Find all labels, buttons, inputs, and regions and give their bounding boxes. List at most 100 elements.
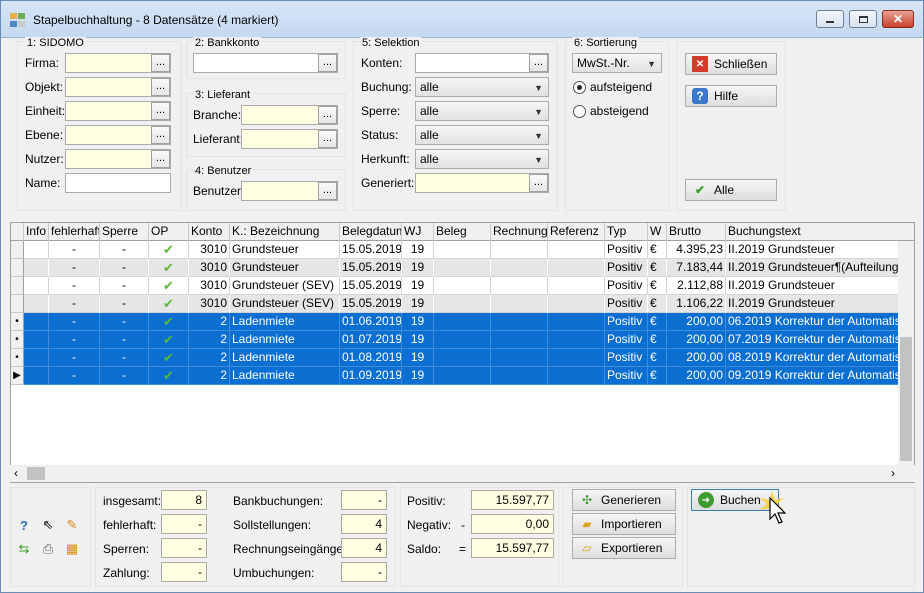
bankbuchungen-value: - bbox=[341, 490, 387, 510]
sollstellungen-value: 4 bbox=[341, 514, 387, 534]
col-header-op[interactable]: OP bbox=[149, 223, 189, 241]
scroll-right-icon[interactable]: › bbox=[891, 466, 895, 480]
col-header-beleg[interactable]: Beleg bbox=[434, 223, 491, 241]
col-header-w[interactable]: W bbox=[648, 223, 667, 241]
insgesamt-value: 8 bbox=[161, 490, 207, 510]
row-indicator[interactable] bbox=[11, 241, 24, 259]
select-all-button[interactable]: ✔ Alle bbox=[685, 179, 777, 201]
bankbuchungen-label: Bankbuchungen: bbox=[233, 494, 324, 508]
row-indicator[interactable]: ▶ bbox=[11, 367, 24, 385]
table-row[interactable]: • - - ✔ 2 Ladenmiete 01.08.2019 19 Positiv €200,0… bbox=[11, 349, 914, 367]
scroll-thumb[interactable] bbox=[900, 337, 912, 461]
col-header-bezeichnung[interactable]: K.: Bezeichnung bbox=[230, 223, 340, 241]
cell-konto: 3010 bbox=[189, 241, 230, 259]
transfer-icon[interactable]: ⇆ bbox=[14, 539, 34, 559]
generieren-button[interactable]: ✣ Generieren bbox=[572, 489, 676, 511]
konten-picker-button[interactable]: ... bbox=[529, 54, 548, 72]
table-row[interactable]: ▶ - - ✔ 2 Ladenmiete 01.09.2019 19 Positiv €200,0… bbox=[11, 367, 914, 385]
table-row[interactable]: - - ✔ 3010 Grundsteuer (SEV) 15.05.2019 19 Posi… bbox=[11, 295, 914, 313]
col-header-fehlerhaft[interactable]: fehlerhaft bbox=[49, 223, 100, 241]
row-indicator[interactable]: • bbox=[11, 313, 24, 331]
sortierung-select[interactable]: MwSt.-Nr. ▼ bbox=[572, 53, 662, 73]
row-indicator-header bbox=[11, 223, 24, 241]
objekt-picker-button[interactable]: ... bbox=[151, 78, 170, 96]
table-row[interactable]: • - - ✔ 2 Ladenmiete 01.07.2019 19 Positiv €200,0… bbox=[11, 331, 914, 349]
pointer-icon[interactable]: ⇖ bbox=[38, 515, 58, 535]
sperre-select[interactable]: alle ▼ bbox=[415, 101, 549, 121]
help-button[interactable]: ? Hilfe bbox=[685, 85, 777, 107]
exportieren-button[interactable]: ▱ Exportieren bbox=[572, 537, 676, 559]
col-header-referenz[interactable]: Referenz bbox=[548, 223, 605, 241]
col-header-buchungstext[interactable]: Buchungstext bbox=[726, 223, 914, 241]
col-header-sperre[interactable]: Sperre bbox=[100, 223, 149, 241]
table-row[interactable]: - - ✔ 3010 Grundsteuer 15.05.2019 19 Positiv €7.… bbox=[11, 259, 914, 277]
printer-icon[interactable]: ⎙ bbox=[38, 539, 58, 559]
status-select[interactable]: alle ▼ bbox=[415, 125, 549, 145]
buchung-select[interactable]: alle ▼ bbox=[415, 77, 549, 97]
scroll-left-icon[interactable]: ‹ bbox=[14, 466, 18, 480]
descending-label[interactable]: absteigend bbox=[590, 104, 649, 118]
maximize-button[interactable] bbox=[849, 10, 877, 28]
name-input[interactable] bbox=[65, 173, 171, 193]
herkunft-select[interactable]: alle ▼ bbox=[415, 149, 549, 169]
lieferant-title: 3: Lieferant bbox=[193, 89, 253, 101]
cell-brutto: 200,00 bbox=[667, 331, 726, 349]
ascending-radio[interactable] bbox=[573, 81, 586, 94]
table-row[interactable]: • - - ✔ 2 Ladenmiete 01.06.2019 19 Positiv €200,0… bbox=[11, 313, 914, 331]
nutzer-label: Nutzer: bbox=[25, 152, 64, 166]
col-header-typ[interactable]: Typ bbox=[605, 223, 648, 241]
col-header-rechnung[interactable]: Rechnung bbox=[491, 223, 548, 241]
importieren-button[interactable]: ▰ Importieren bbox=[572, 513, 676, 535]
bankkonto-input[interactable] bbox=[193, 53, 338, 73]
sperren-value: - bbox=[161, 538, 207, 558]
row-indicator[interactable] bbox=[11, 277, 24, 295]
tools-group bbox=[10, 487, 91, 587]
scroll-thumb[interactable] bbox=[27, 467, 45, 480]
firma-picker-button[interactable]: ... bbox=[151, 54, 170, 72]
help-icon[interactable]: ? bbox=[14, 515, 34, 535]
table-row[interactable]: - - ✔ 3010 Grundsteuer 15.05.2019 19 Positiv €4.… bbox=[11, 241, 914, 259]
benutzer-picker-button[interactable]: ... bbox=[318, 182, 337, 200]
cell-referenz bbox=[548, 367, 605, 385]
cell-beleg bbox=[434, 277, 491, 295]
lieferant-picker-button[interactable]: ... bbox=[318, 130, 337, 148]
einheit-picker-button[interactable]: ... bbox=[151, 102, 170, 120]
insgesamt-label: insgesamt: bbox=[103, 494, 162, 508]
cell-info bbox=[24, 295, 49, 313]
booking-grid[interactable]: Info fehlerhaft Sperre OP Konto K.: Beze… bbox=[10, 222, 915, 483]
pencil-icon[interactable]: ✎ bbox=[62, 515, 82, 535]
generiert-picker-button[interactable]: ... bbox=[529, 174, 548, 192]
zahlung-label: Zahlung: bbox=[103, 566, 150, 580]
cell-rechnung bbox=[491, 277, 548, 295]
checkmark-icon: ✔ bbox=[163, 350, 174, 365]
row-indicator[interactable] bbox=[11, 259, 24, 277]
cell-wj: 19 bbox=[402, 241, 434, 259]
ascending-label[interactable]: aufsteigend bbox=[590, 80, 652, 94]
col-header-konto[interactable]: Konto bbox=[189, 223, 230, 241]
vertical-scrollbar[interactable] bbox=[898, 241, 914, 465]
col-header-wj[interactable]: WJ bbox=[402, 223, 434, 241]
col-header-belegdatum[interactable]: Belegdatum bbox=[340, 223, 402, 241]
nutzer-picker-button[interactable]: ... bbox=[151, 150, 170, 168]
cell-typ: Positiv bbox=[605, 259, 648, 277]
table-row[interactable]: - - ✔ 3010 Grundsteuer (SEV) 15.05.2019 19 Posi… bbox=[11, 277, 914, 295]
bankkonto-picker-button[interactable]: ... bbox=[318, 54, 337, 72]
cell-typ: Positiv bbox=[605, 313, 648, 331]
descending-radio[interactable] bbox=[573, 105, 586, 118]
col-header-info[interactable]: Info bbox=[24, 223, 49, 241]
row-indicator[interactable] bbox=[11, 295, 24, 313]
cell-konto: 3010 bbox=[189, 277, 230, 295]
layout-icon[interactable]: ▦ bbox=[62, 539, 82, 559]
minimize-button[interactable] bbox=[816, 10, 844, 28]
col-header-brutto[interactable]: Brutto bbox=[667, 223, 726, 241]
cell-datum: 01.08.2019 bbox=[340, 349, 402, 367]
horizontal-scrollbar[interactable]: ‹ › bbox=[10, 465, 915, 482]
close-window-button[interactable]: ✕ bbox=[882, 10, 914, 28]
row-indicator[interactable]: • bbox=[11, 349, 24, 367]
cell-text: II.2019 Grundsteuer bbox=[726, 295, 914, 313]
ebene-picker-button[interactable]: ... bbox=[151, 126, 170, 144]
cell-fehlerhaft: - bbox=[49, 313, 100, 331]
close-button[interactable]: ✕ Schließen bbox=[685, 53, 777, 75]
branche-picker-button[interactable]: ... bbox=[318, 106, 337, 124]
row-indicator[interactable]: • bbox=[11, 331, 24, 349]
